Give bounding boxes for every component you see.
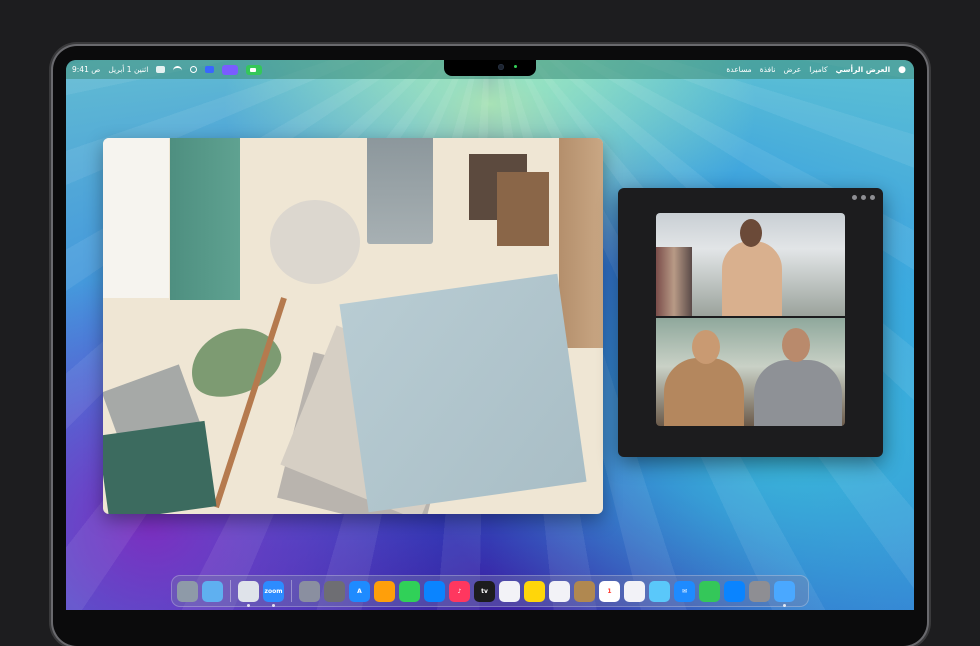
dock-app-preview[interactable]: [238, 580, 259, 607]
dock-app-photos[interactable]: [624, 580, 645, 602]
dock-app-music[interactable]: ♪: [449, 580, 470, 602]
dock-app-reminders[interactable]: [549, 580, 570, 602]
participant-2-head: [692, 330, 720, 364]
teal-swatch: [170, 138, 240, 300]
dock-app-apple-tv[interactable]: tv: [474, 580, 495, 602]
keyboard-input-icon[interactable]: [205, 66, 215, 73]
apple-icon[interactable]: ●: [898, 65, 906, 75]
dock-app-numbers[interactable]: [399, 580, 420, 602]
grey-tile: [367, 138, 433, 244]
desk-view-window[interactable]: [103, 138, 603, 514]
participant-1-figure: [722, 241, 782, 316]
menu-bar-status-area: 9:41 ص اثنين 1 أبريل: [72, 60, 263, 79]
felt-coaster: [270, 200, 360, 284]
participant-1-head: [740, 219, 762, 247]
dock-app-app-store[interactable]: A: [349, 580, 370, 602]
dock-app-safari[interactable]: [724, 580, 745, 602]
dock-app-system-settings[interactable]: [324, 580, 345, 602]
green-glass-tile: [103, 420, 217, 514]
dock-app-notes[interactable]: [524, 580, 545, 602]
camera-notch: [444, 60, 536, 76]
video-tile-participant-1[interactable]: [656, 213, 845, 316]
dock-app-pages[interactable]: [374, 580, 395, 602]
dock-app-launchpad[interactable]: [749, 580, 770, 602]
menu-bar-app-menus: ● العرض الرأسي كاميرا عرض نافذة مساعدة: [726, 60, 906, 79]
dock-app-maps[interactable]: [649, 580, 670, 602]
participant-3-figure: [754, 360, 842, 426]
dock-app-finder[interactable]: [774, 580, 795, 607]
fabric-swatch-light-blue: [339, 273, 587, 513]
menu-bar-date[interactable]: اثنين 1 أبريل: [108, 65, 148, 74]
stage-manager-icon[interactable]: [222, 64, 239, 75]
desktop-screen: 9:41 ص اثنين 1 أبريل ● العرض الرأسي كامي…: [66, 60, 914, 610]
dock-app-zoom[interactable]: zoom: [263, 580, 284, 607]
dock-app-freeform[interactable]: [499, 580, 520, 602]
participant-3-head: [782, 328, 810, 362]
dock: zoom A ♪ tv 1 ✉: [171, 575, 809, 607]
dock-app-keynote[interactable]: [424, 580, 445, 602]
window-more-options[interactable]: [852, 195, 875, 200]
white-swatch: [103, 138, 169, 298]
menu-item-view[interactable]: عرض: [784, 65, 802, 74]
dock-app-trash[interactable]: [177, 580, 198, 602]
dock-app-contacts[interactable]: [574, 580, 595, 602]
menu-item-help[interactable]: مساعدة: [726, 65, 751, 74]
control-center-icon[interactable]: [156, 66, 166, 73]
camera-active-led: [514, 65, 517, 68]
menu-item-window[interactable]: نافذة: [760, 65, 776, 74]
dock-app-mail[interactable]: ✉: [674, 580, 695, 602]
clothing-rack: [656, 247, 692, 316]
menu-bar-clock[interactable]: 9:41 ص: [72, 65, 100, 74]
dock-app-notes-pencil[interactable]: [299, 580, 320, 602]
window-dot-icon: [861, 195, 866, 200]
dock-app-downloads-folder[interactable]: [202, 580, 223, 602]
wood-plank: [559, 138, 603, 348]
search-icon[interactable]: [190, 66, 198, 73]
wifi-icon[interactable]: [173, 65, 183, 74]
facetime-video-icon[interactable]: [246, 64, 263, 75]
window-dot-icon: [852, 195, 857, 200]
light-wood-sample: [497, 172, 549, 246]
dock-separator: [230, 580, 231, 602]
menu-item-camera[interactable]: كاميرا: [809, 65, 827, 74]
dock-separator: [291, 580, 292, 602]
video-tile-participant-2[interactable]: [656, 318, 845, 426]
participant-2-figure: [664, 358, 744, 426]
dock-app-calendar[interactable]: 1: [599, 580, 620, 602]
menu-app-name[interactable]: العرض الرأسي: [836, 65, 891, 74]
window-dot-icon: [870, 195, 875, 200]
facetime-window[interactable]: [618, 188, 883, 457]
dock-app-messages[interactable]: [699, 580, 720, 602]
